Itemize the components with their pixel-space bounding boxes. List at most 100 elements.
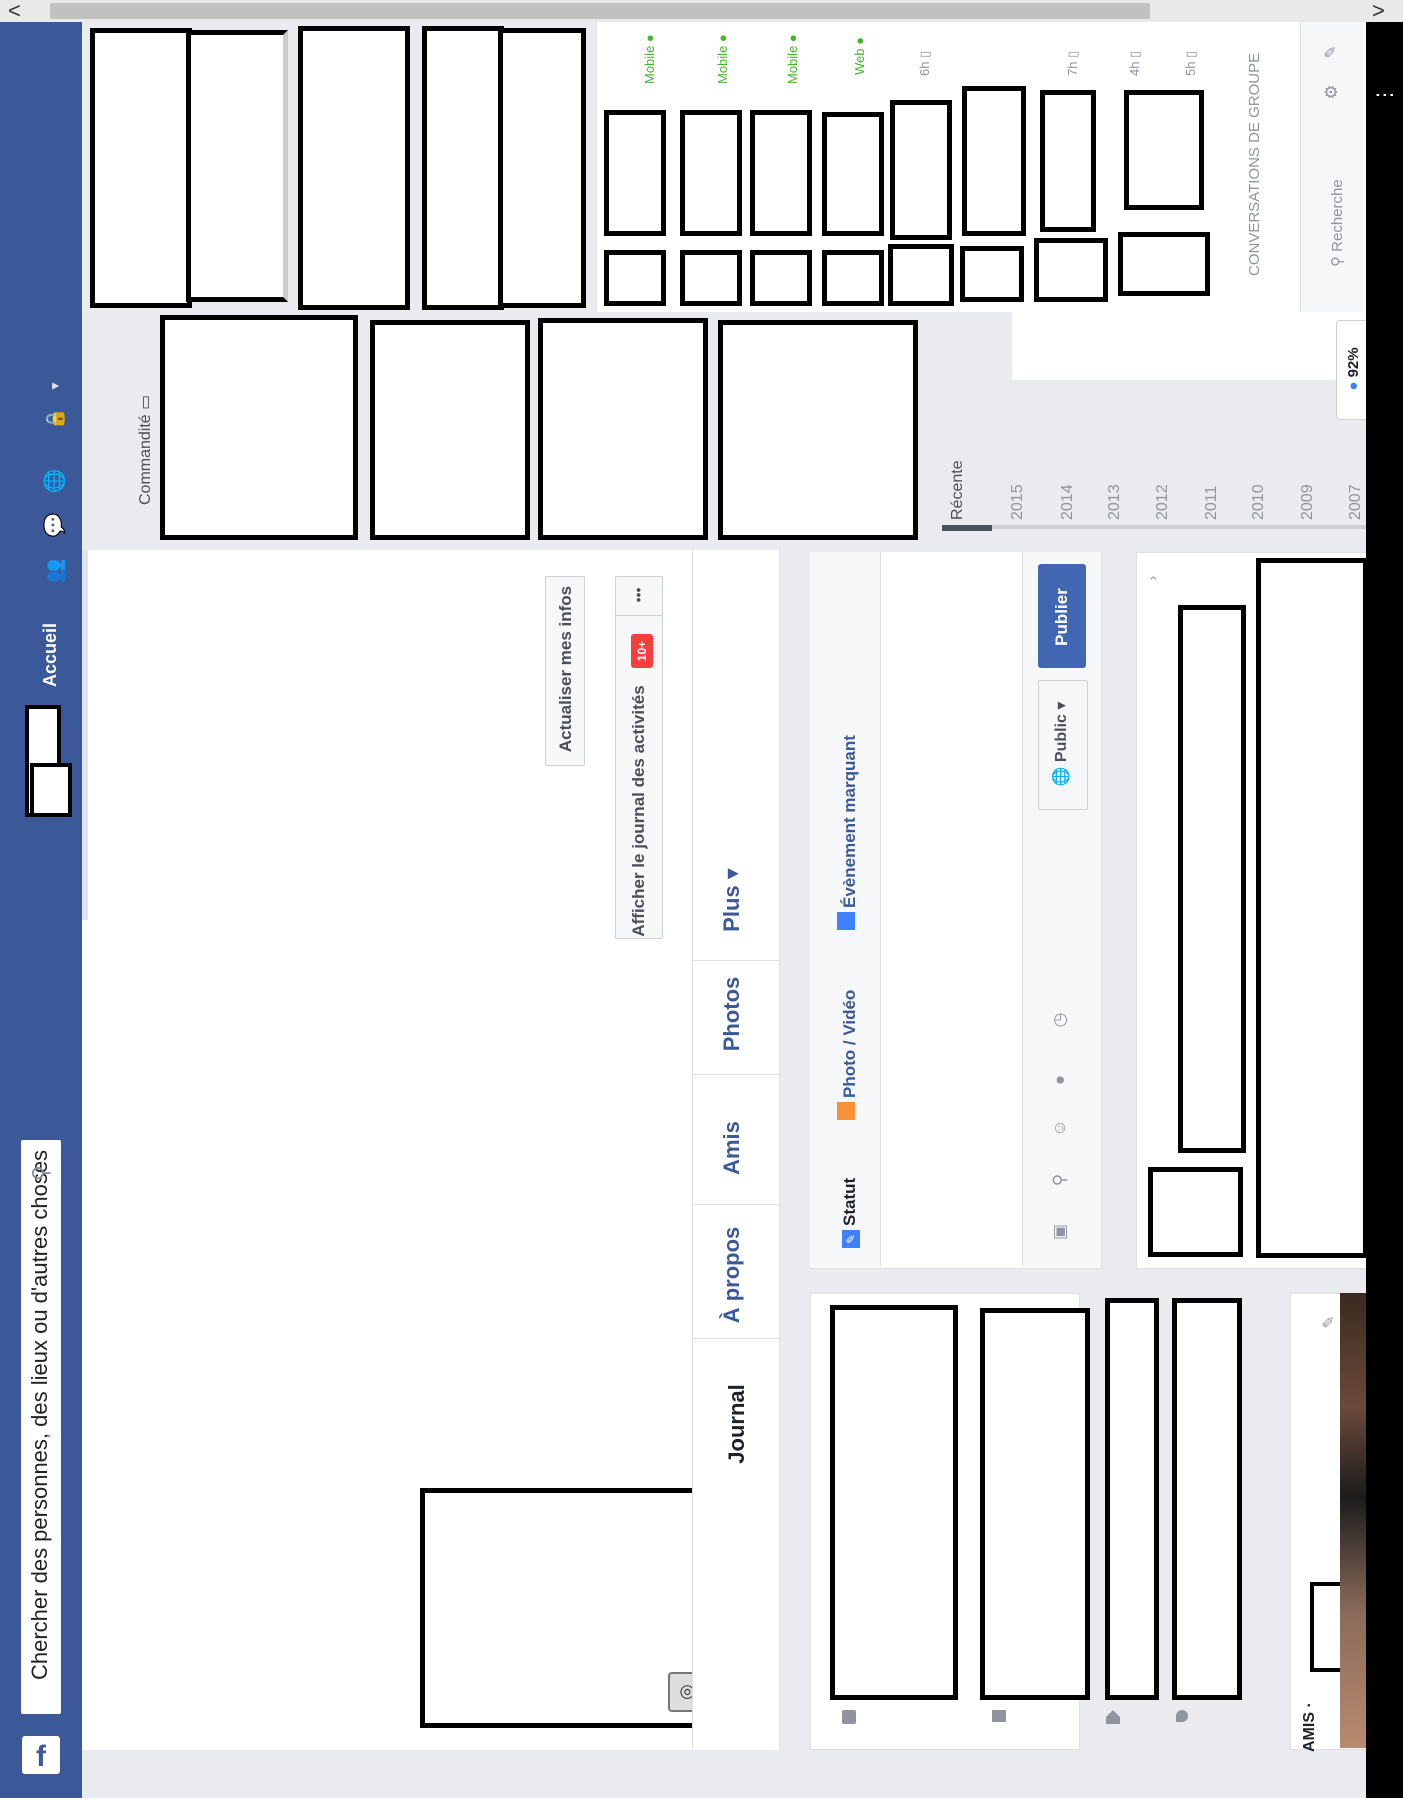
- chat-contact-3[interactable]: [750, 110, 812, 236]
- timeline-year[interactable]: 2015: [1006, 464, 1030, 520]
- tab-photos[interactable]: Photos: [712, 954, 752, 1074]
- notifications-globe-icon[interactable]: 🌐: [40, 466, 70, 496]
- chat-contact-2[interactable]: [680, 110, 742, 236]
- chat-contact-7-avatar[interactable]: [1034, 238, 1108, 302]
- profile-name[interactable]: [30, 763, 72, 817]
- tag-friends-icon[interactable]: ⚲: [1048, 1168, 1072, 1192]
- composer-tab-photo-video[interactable]: Photo / Vidéo: [835, 970, 865, 1120]
- sponsored-ad-4[interactable]: [718, 320, 918, 540]
- online-dot-icon: ●: [852, 37, 867, 45]
- friends-section-label[interactable]: AMIS ·: [1298, 1692, 1322, 1752]
- privacy-checkup-label[interactable]: ● 92%: [1341, 323, 1367, 415]
- chat-contact-6[interactable]: [962, 86, 1026, 236]
- search-input[interactable]: Chercher des personnes, des lieux ou d'a…: [20, 1120, 60, 1680]
- chat-contact-6-avatar[interactable]: [960, 246, 1024, 302]
- ad-icon: ▭: [137, 394, 154, 410]
- scroll-left-arrow-icon[interactable]: <: [8, 0, 21, 24]
- composer-tab-status[interactable]: ✎ Statut: [835, 1178, 865, 1248]
- privacy-shortcuts-icon[interactable]: 🔒: [40, 404, 70, 434]
- facebook-logo-icon[interactable]: f: [22, 1736, 60, 1774]
- activity-log-label[interactable]: Afficher le journal des activités: [624, 641, 654, 981]
- post-content: [1256, 558, 1368, 1258]
- camera-add-icon[interactable]: ▣: [1048, 1220, 1072, 1244]
- timeline-year[interactable]: 2013: [1103, 464, 1127, 520]
- left-gutter: [82, 1750, 1402, 1798]
- status-label: Statut: [840, 1177, 859, 1226]
- overflow-menu-icon[interactable]: ⋮: [1370, 80, 1400, 110]
- mobile-icon: ▯: [917, 50, 932, 58]
- online-dot-icon: ●: [715, 34, 730, 43]
- shortcut-block-5[interactable]: [498, 28, 586, 308]
- post-author-avatar[interactable]: [1148, 1167, 1243, 1257]
- mobile-icon: ▯: [1065, 50, 1080, 58]
- post-author-name[interactable]: [1178, 605, 1246, 1153]
- chat-settings-gear-icon[interactable]: ⚙: [1320, 80, 1344, 104]
- chat-contact-8[interactable]: [1124, 90, 1204, 210]
- shortcut-block-1[interactable]: [90, 28, 192, 308]
- shortcut-block-2[interactable]: [186, 30, 288, 302]
- home-link[interactable]: Accueil: [35, 605, 65, 705]
- timeline-year[interactable]: 2011: [1200, 464, 1224, 520]
- life-event-label: Évènement marquant: [840, 735, 859, 908]
- search-icon: ⚲: [1329, 251, 1346, 267]
- chat-contact-8-avatar[interactable]: [1118, 232, 1210, 296]
- tab-friends[interactable]: Amis: [712, 1088, 752, 1208]
- timeline-year[interactable]: 2007: [1344, 464, 1368, 520]
- cover-strip: [82, 550, 88, 920]
- tab-journal[interactable]: Journal: [717, 1364, 757, 1484]
- tab-more[interactable]: Plus ▾: [712, 840, 752, 960]
- publish-label[interactable]: Publier: [1048, 567, 1076, 667]
- composer-input-area[interactable]: [882, 552, 1022, 1267]
- audience-label[interactable]: 🌐 Public ▾: [1048, 684, 1076, 804]
- chat-contact-4[interactable]: [822, 112, 884, 236]
- tab-divider: [692, 1074, 780, 1075]
- horizontal-scrollbar[interactable]: < >: [0, 0, 1403, 24]
- chat-contact-1[interactable]: [604, 110, 666, 236]
- globe-icon: ●: [1345, 381, 1362, 391]
- chat-status-time: 4h ▯: [1127, 50, 1142, 76]
- timeline-year-recent[interactable]: Récente: [946, 440, 970, 520]
- timeline-year[interactable]: 2010: [1247, 464, 1271, 520]
- timeline-year[interactable]: 2009: [1296, 464, 1320, 520]
- flag-icon: [837, 912, 855, 930]
- mobile-icon: ▯: [1127, 50, 1142, 58]
- shortcut-block-3[interactable]: [298, 26, 410, 310]
- sponsored-ad-2[interactable]: [370, 320, 530, 540]
- photo-video-label: Photo / Vidéo: [840, 989, 859, 1098]
- timeline-year[interactable]: 2014: [1056, 464, 1080, 520]
- chat-contact-4-avatar[interactable]: [822, 250, 884, 306]
- clock-icon[interactable]: ◷: [1048, 1008, 1072, 1032]
- chat-contact-3-avatar[interactable]: [750, 250, 812, 306]
- timeline-year[interactable]: 2012: [1151, 464, 1175, 520]
- chat-contact-5-avatar[interactable]: [888, 244, 954, 306]
- messages-icon[interactable]: 💬: [40, 510, 70, 540]
- sponsored-ad-1[interactable]: [160, 315, 358, 540]
- chat-contact-5[interactable]: [890, 100, 952, 240]
- search-icon[interactable]: ⚲: [26, 1158, 56, 1188]
- tab-divider: [692, 960, 780, 961]
- scroll-right-arrow-icon[interactable]: >: [1372, 0, 1385, 24]
- account-menu-chevron-icon[interactable]: ▼: [43, 371, 67, 401]
- composer-tab-life-event[interactable]: Évènement marquant: [835, 700, 865, 930]
- more-options-icon[interactable]: •••: [625, 577, 651, 613]
- sponsored-ad-3[interactable]: [538, 318, 708, 540]
- chat-contact-1-avatar[interactable]: [604, 250, 666, 306]
- photo-icon: [837, 1102, 855, 1120]
- update-info-label[interactable]: Actualiser mes infos: [551, 575, 581, 763]
- chat-search-input[interactable]: ⚲ Recherche: [1326, 147, 1350, 267]
- scrollbar-thumb[interactable]: [50, 3, 1150, 19]
- chat-contact-2-avatar[interactable]: [680, 250, 742, 306]
- chat-status-mobile: Mobile ●: [785, 34, 800, 84]
- friend-photo-strip[interactable]: [1340, 1293, 1366, 1748]
- chat-contact-7[interactable]: [1040, 90, 1096, 232]
- new-message-icon[interactable]: ✎: [1320, 40, 1344, 64]
- friend-requests-icon[interactable]: 👥: [40, 556, 70, 586]
- check-in-icon[interactable]: ●: [1048, 1068, 1072, 1092]
- tab-about[interactable]: À propos: [712, 1205, 752, 1345]
- post-options-chevron-icon[interactable]: ›: [1140, 566, 1164, 590]
- shortcut-block-4[interactable]: [422, 26, 504, 310]
- chat-status-web: Web ●: [852, 37, 867, 75]
- feeling-icon[interactable]: ☺: [1048, 1116, 1072, 1140]
- intro-item-1: [830, 1305, 958, 1700]
- edit-pencil-icon[interactable]: ✎: [1318, 1310, 1342, 1334]
